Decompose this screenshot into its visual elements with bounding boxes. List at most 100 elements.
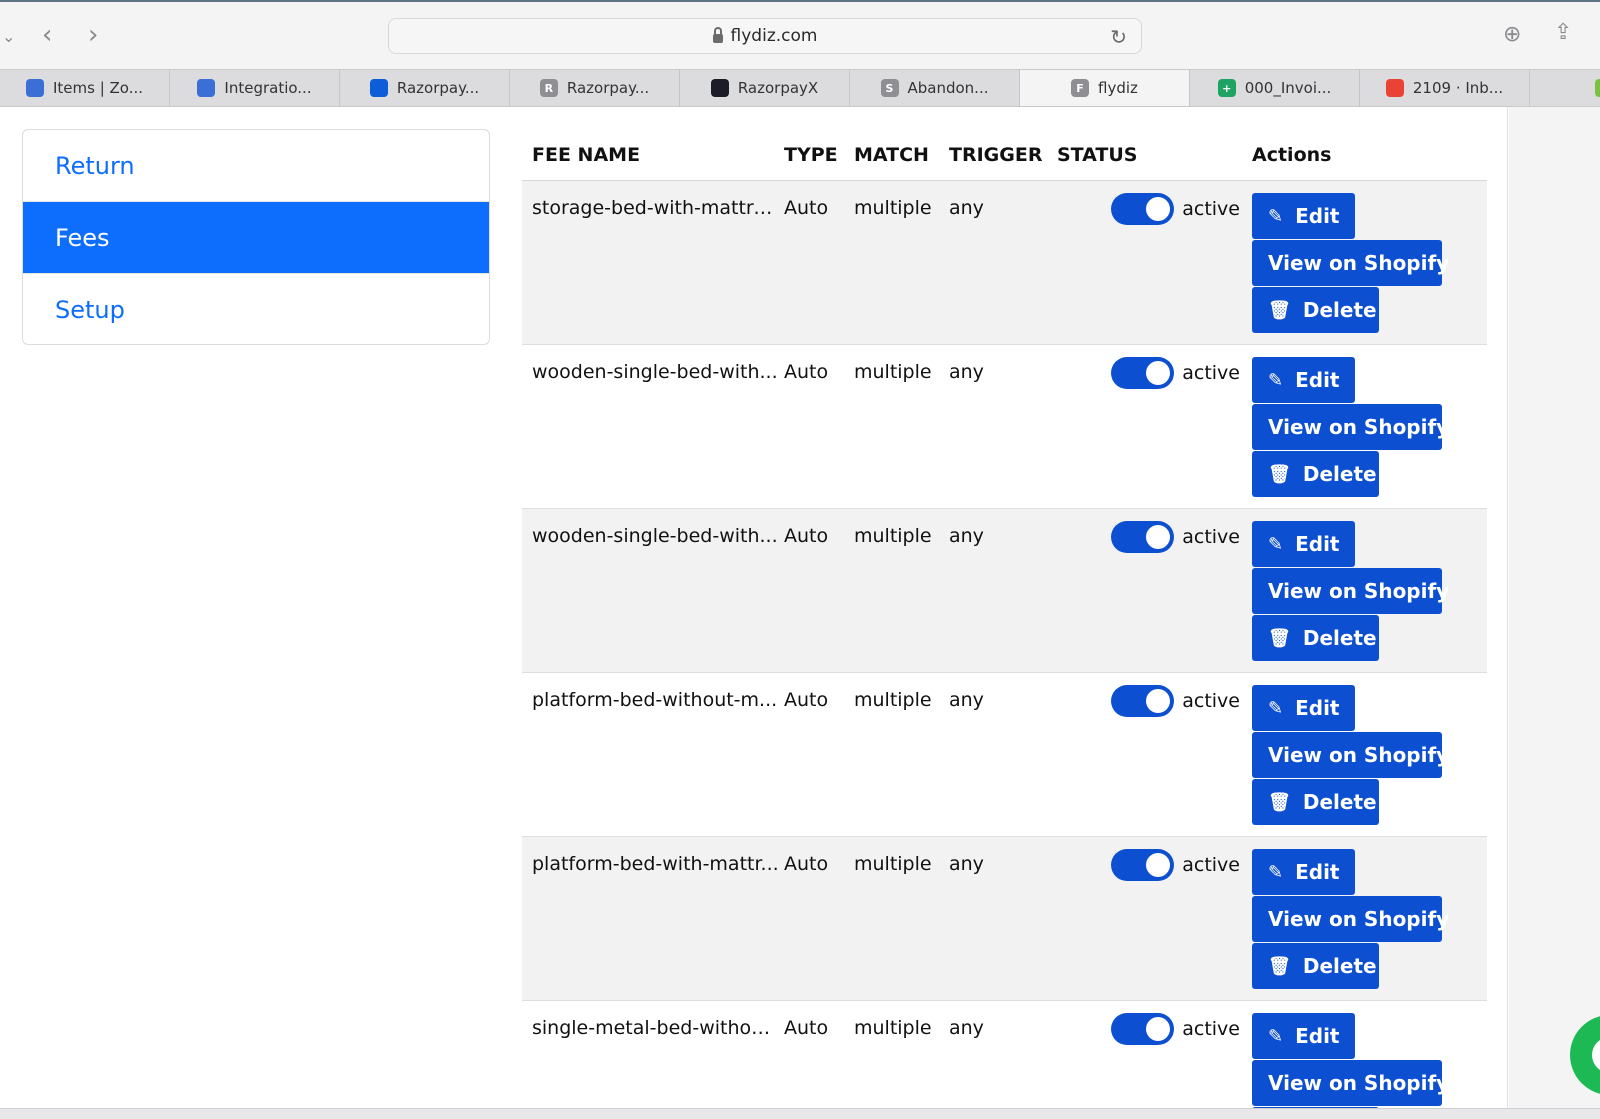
- status-cell: active: [1057, 345, 1252, 389]
- status-toggle[interactable]: [1111, 685, 1175, 717]
- view-on-shopify-button[interactable]: View on Shopify: [1252, 896, 1449, 942]
- header-type: TYPE: [784, 143, 838, 166]
- nav-item-return[interactable]: Return: [23, 130, 489, 202]
- trash-icon: 🗑: [1268, 955, 1291, 977]
- status-toggle[interactable]: [1111, 193, 1175, 225]
- back-icon[interactable]: ‹: [42, 22, 52, 48]
- edit-label: Edit: [1295, 532, 1340, 556]
- delete-label: Delete: [1302, 298, 1377, 322]
- table-row: wooden-single-bed-with... Auto multiple any…: [522, 345, 1487, 509]
- edit-button[interactable]: ✎ Edit: [1252, 685, 1355, 731]
- edit-button[interactable]: ✎ Edit: [1252, 849, 1355, 895]
- lock-icon: [712, 26, 723, 43]
- delete-button[interactable]: 🗑 Delete: [1252, 779, 1379, 825]
- nav-item-fees[interactable]: Fees: [23, 202, 489, 274]
- status-label: active: [1182, 526, 1240, 548]
- view-label: View on Shopify: [1268, 251, 1450, 275]
- sheets-icon: +: [1217, 79, 1236, 97]
- table-row: wooden-single-bed-with... Auto multiple any…: [522, 509, 1487, 673]
- status-toggle[interactable]: [1111, 1013, 1175, 1045]
- delete-label: Delete: [1302, 790, 1377, 814]
- razorpay-icon: [369, 79, 388, 97]
- delete-button[interactable]: 🗑 Delete: [1252, 615, 1379, 661]
- match-cell: multiple: [854, 525, 932, 547]
- edit-button[interactable]: ✎ Edit: [1252, 521, 1355, 567]
- type-cell: Auto: [784, 197, 829, 219]
- edit-button[interactable]: ✎ Edit: [1252, 193, 1355, 239]
- view-on-shopify-button[interactable]: View on Shopify: [1252, 404, 1449, 450]
- view-label: View on Shopify: [1268, 1071, 1450, 1095]
- page-content: Return Fees Setup FEE NAME TYPE MATCH TR…: [0, 107, 1508, 1119]
- type-cell: Auto: [784, 1017, 829, 1039]
- edit-button[interactable]: ✎ Edit: [1252, 1013, 1355, 1059]
- share-icon[interactable]: ⇪: [1554, 20, 1572, 46]
- browser-tab[interactable]: RazorpayX: [680, 70, 850, 106]
- table-body: storage-bed-with-mattre... Auto multiple an…: [522, 181, 1487, 1119]
- sprout-icon: [1595, 79, 1600, 97]
- tab-label: RazorpayX: [737, 79, 819, 97]
- browser-tab[interactable]: S Abandon...: [850, 70, 1020, 106]
- actions-cell: ✎EditView on Shopify🗑Delete: [1252, 345, 1487, 498]
- browser-tab[interactable]: Fflydiz: [1020, 70, 1190, 106]
- address-bar[interactable]: flydiz.com ↻: [388, 18, 1142, 54]
- header-fee-name: FEE NAME: [532, 143, 641, 166]
- edit-button[interactable]: ✎ Edit: [1252, 357, 1355, 403]
- nav-item-label: Return: [55, 151, 135, 180]
- type-cell: Auto: [784, 525, 829, 547]
- fee-name-cell: platform-bed-without-m...: [532, 689, 778, 711]
- browser-tab[interactable]: Q: [1530, 70, 1600, 106]
- match-cell: multiple: [854, 197, 932, 219]
- forward-icon[interactable]: ›: [88, 22, 98, 48]
- nav-item-label: Setup: [55, 296, 125, 324]
- browser-tab[interactable]: +000_Invoi...: [1190, 70, 1360, 106]
- zoho-icon: [197, 79, 216, 97]
- view-on-shopify-button[interactable]: View on Shopify: [1252, 1060, 1449, 1106]
- nav-item-setup[interactable]: Setup: [23, 274, 489, 344]
- status-toggle[interactable]: [1111, 521, 1175, 553]
- fee-name-cell: storage-bed-with-mattre...: [532, 197, 784, 219]
- razorpayx-icon: [710, 79, 729, 97]
- trash-icon: 🗑: [1268, 463, 1291, 485]
- reload-icon[interactable]: ↻: [1110, 25, 1127, 49]
- browser-tab[interactable]: Integratio...: [170, 70, 340, 106]
- pencil-icon: ✎: [1268, 533, 1284, 555]
- f-letter-icon: F: [1071, 79, 1090, 97]
- tab-label: Items | Zo...: [52, 79, 144, 97]
- header-status: STATUS: [1057, 143, 1138, 166]
- header-actions: Actions: [1252, 143, 1332, 166]
- trigger-cell: any: [949, 853, 984, 875]
- download-icon[interactable]: ⊕: [1503, 22, 1521, 48]
- table-row: storage-bed-with-mattre... Auto multiple an…: [522, 181, 1487, 345]
- pencil-icon: ✎: [1268, 1025, 1284, 1047]
- status-toggle[interactable]: [1111, 849, 1175, 881]
- delete-button[interactable]: 🗑 Delete: [1252, 943, 1379, 989]
- actions-cell: ✎EditView on Shopify🗑Delete: [1252, 1001, 1487, 1119]
- chevron-down-icon[interactable]: ⌄: [2, 24, 15, 50]
- status-toggle[interactable]: [1111, 357, 1175, 389]
- delete-button[interactable]: 🗑 Delete: [1252, 451, 1379, 497]
- fee-name-cell: wooden-single-bed-with...: [532, 361, 778, 383]
- window-bottom-edge: [0, 1108, 1600, 1119]
- fee-name-cell: single-metal-bed-withou...: [532, 1017, 782, 1039]
- actions-cell: ✎EditView on Shopify🗑Delete: [1252, 673, 1487, 826]
- status-cell: active: [1057, 1001, 1252, 1045]
- browser-tab[interactable]: Razorpay...: [340, 70, 510, 106]
- match-cell: multiple: [854, 853, 932, 875]
- right-margin: [1509, 107, 1600, 1119]
- browser-tab[interactable]: 2109 · Inb...: [1360, 70, 1530, 106]
- tab-label: Abandon...: [907, 79, 989, 97]
- status-cell: active: [1057, 181, 1252, 225]
- view-on-shopify-button[interactable]: View on Shopify: [1252, 240, 1449, 286]
- tab-strip: Items | Zo... Integratio... Razorpay... R Ra…: [0, 69, 1600, 107]
- view-on-shopify-button[interactable]: View on Shopify: [1252, 732, 1449, 778]
- view-on-shopify-button[interactable]: View on Shopify: [1252, 568, 1449, 614]
- delete-button[interactable]: 🗑 Delete: [1252, 287, 1379, 333]
- status-label: active: [1182, 854, 1240, 876]
- browser-tab[interactable]: R Razorpay...: [510, 70, 680, 106]
- status-cell: active: [1057, 837, 1252, 881]
- delete-label: Delete: [1302, 954, 1377, 978]
- nav-item-label: Fees: [55, 223, 110, 252]
- status-label: active: [1182, 1018, 1240, 1040]
- pencil-icon: ✎: [1268, 697, 1284, 719]
- browser-tab[interactable]: Items | Zo...: [0, 70, 170, 106]
